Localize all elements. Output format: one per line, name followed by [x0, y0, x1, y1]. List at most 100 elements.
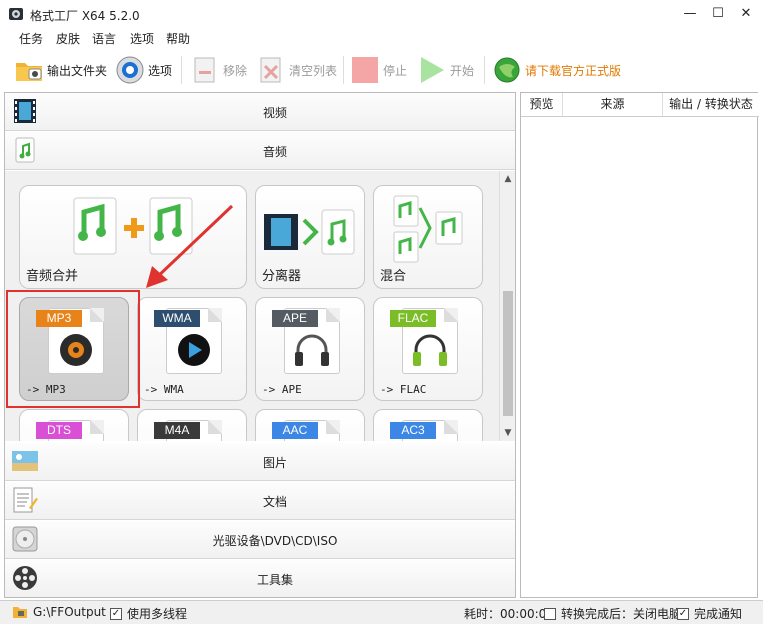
- options-button[interactable]: 选项: [115, 54, 172, 86]
- shutdown-check-icon: [544, 607, 556, 620]
- options-label: 选项: [148, 63, 173, 78]
- remove-button[interactable]: 移除: [190, 54, 247, 86]
- splitter-label: 分离器: [262, 269, 302, 284]
- category-image-label: 图片: [262, 456, 287, 470]
- close-button[interactable]: ✕: [732, 4, 760, 24]
- dts-tile[interactable]: DTS: [19, 409, 129, 441]
- flac-tile[interactable]: FLAC -> FLAC: [373, 297, 483, 401]
- headphones-icon: [413, 334, 447, 366]
- splitter-tile[interactable]: 分离器: [255, 185, 365, 289]
- menu-skin[interactable]: 皮肤: [56, 30, 80, 47]
- menu-help[interactable]: 帮助: [166, 30, 190, 47]
- aac-tile[interactable]: AAC: [255, 409, 365, 441]
- elapsed-time: 耗时：00:00:00: [464, 605, 554, 622]
- category-audio[interactable]: 音频: [5, 132, 515, 170]
- multithread-label: 使用多线程: [127, 607, 188, 621]
- category-video[interactable]: 视频: [5, 93, 515, 131]
- output-path[interactable]: G:\FFOutput: [12, 605, 106, 619]
- aac-badge: AAC: [272, 422, 318, 439]
- notify-check-icon: ✓: [677, 607, 689, 620]
- media-player-icon: [178, 334, 210, 366]
- toolbar: 输出文件夹 选项 移除 清空列表 停止 开始 请下载官方正式版: [0, 48, 763, 92]
- menu-options[interactable]: 选项: [130, 30, 154, 47]
- column-preview[interactable]: 预览: [521, 93, 563, 117]
- stop-label: 停止: [383, 63, 408, 78]
- download-official-link[interactable]: 请下载官方正式版: [492, 54, 621, 86]
- remove-label: 移除: [223, 63, 248, 78]
- menu-language[interactable]: 语言: [92, 30, 116, 47]
- multithread-checkbox[interactable]: ✓ 使用多线程: [110, 605, 187, 622]
- mix-icon: [393, 195, 463, 263]
- maximize-button[interactable]: ☐: [704, 4, 732, 24]
- remove-document-icon: [194, 57, 215, 83]
- category-document[interactable]: 文档: [5, 482, 515, 520]
- clear-list-label: 清空列表: [289, 63, 338, 78]
- stop-button[interactable]: 停止: [350, 54, 407, 86]
- dts-badge: DTS: [36, 422, 82, 439]
- multithread-check-icon: ✓: [110, 607, 122, 620]
- headphones-icon: [295, 334, 329, 366]
- category-rom[interactable]: 光驱设备\DVD\CD\ISO: [5, 521, 515, 559]
- output-folder-label: 输出文件夹: [47, 63, 108, 78]
- status-bar: G:\FFOutput ✓ 使用多线程 耗时：00:00:00 转换完成后：关闭…: [0, 600, 763, 624]
- category-tools-label: 工具集: [256, 573, 293, 587]
- elapsed-time-text: 耗时：00:00:00: [464, 607, 554, 621]
- clear-list-icon: [260, 57, 281, 83]
- category-tools[interactable]: 工具集: [5, 560, 515, 597]
- start-label: 开始: [450, 63, 475, 78]
- title-bar: 格式工厂 X64 5.2.0 — ☐ ✕: [0, 0, 763, 28]
- notify-label: 完成通知: [694, 607, 743, 621]
- minimize-button[interactable]: —: [676, 4, 704, 24]
- wma-tile[interactable]: WMA -> WMA: [137, 297, 247, 401]
- category-image[interactable]: 图片: [5, 443, 515, 481]
- menu-bar: 任务 皮肤 语言 选项 帮助: [0, 28, 763, 48]
- scroll-thumb[interactable]: [503, 291, 513, 416]
- mp3-highlight-box: [6, 290, 140, 408]
- scroll-up-arrow-icon[interactable]: ▲: [500, 171, 515, 187]
- clear-list-button[interactable]: 清空列表: [256, 54, 337, 86]
- menu-task[interactable]: 任务: [19, 30, 43, 47]
- output-path-text: G:\FFOutput: [33, 605, 106, 619]
- download-label: 请下载官方正式版: [525, 63, 622, 78]
- splitter-icon: [264, 209, 355, 255]
- category-audio-label: 音频: [262, 145, 287, 159]
- scroll-down-arrow-icon[interactable]: ▼: [500, 425, 515, 441]
- ape-tile[interactable]: APE -> APE: [255, 297, 365, 401]
- task-list-panel: 预览 来源 输出 / 转换状态: [520, 92, 759, 598]
- tiles-scrollbar[interactable]: ▲ ▼: [499, 171, 515, 441]
- category-document-label: 文档: [262, 495, 287, 509]
- ac3-tile[interactable]: AC3: [373, 409, 483, 441]
- toolbar-separator: [181, 56, 182, 84]
- column-output-status[interactable]: 输出 / 转换状态: [663, 93, 759, 117]
- window-title: 格式工厂 X64 5.2.0: [30, 9, 140, 23]
- toolbar-separator: [484, 56, 485, 84]
- output-folder-button[interactable]: 输出文件夹: [14, 54, 107, 86]
- start-button[interactable]: 开始: [417, 54, 474, 86]
- ape-badge: APE: [272, 310, 318, 327]
- app-logo-icon: [9, 8, 23, 20]
- ac3-badge: AC3: [390, 422, 436, 439]
- wma-label: -> WMA: [144, 383, 184, 396]
- notify-checkbox[interactable]: ✓ 完成通知: [677, 605, 742, 622]
- stop-icon: [352, 57, 378, 83]
- category-video-label: 视频: [262, 106, 287, 120]
- globe-icon: [494, 57, 520, 83]
- gear-icon: [116, 56, 144, 84]
- m4a-tile[interactable]: M4A: [137, 409, 247, 441]
- column-source[interactable]: 来源: [563, 93, 663, 117]
- flac-badge: FLAC: [390, 310, 436, 327]
- mix-tile[interactable]: 混合: [373, 185, 483, 289]
- toolbar-separator: [343, 56, 344, 84]
- m4a-badge: M4A: [154, 422, 200, 439]
- annotation-arrow-icon: [146, 204, 234, 288]
- play-icon: [421, 57, 444, 83]
- flac-label: -> FLAC: [380, 383, 427, 396]
- category-rom-label: 光驱设备\DVD\CD\ISO: [212, 534, 338, 548]
- folder-icon: [13, 607, 27, 618]
- folder-icon: [16, 63, 42, 81]
- wma-badge: WMA: [154, 310, 200, 327]
- mix-label: 混合: [380, 269, 407, 284]
- audio-merge-label: 音频合并: [26, 269, 79, 284]
- shutdown-after-checkbox[interactable]: 转换完成后：关闭电脑: [544, 605, 681, 622]
- ape-label: -> APE: [262, 383, 302, 396]
